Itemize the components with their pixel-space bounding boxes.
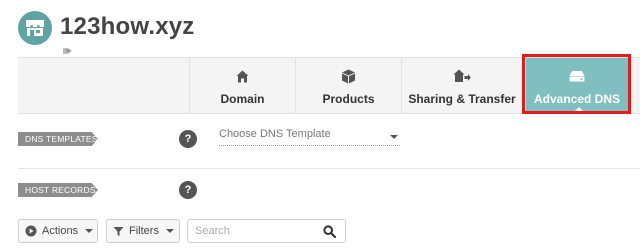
home-icon — [236, 68, 249, 84]
storefront-icon — [26, 20, 44, 36]
search-icon[interactable] — [323, 225, 336, 238]
section-divider — [18, 168, 640, 169]
chevron-down-icon — [165, 229, 174, 233]
actions-button[interactable]: Actions — [18, 219, 98, 243]
filters-button[interactable]: Filters — [106, 219, 180, 243]
search-input[interactable] — [195, 225, 315, 237]
dns-templates-label: DNS TEMPLATES — [18, 132, 98, 146]
host-records-label: HOST RECORDS — [18, 183, 98, 197]
tab-sharing-transfer-label: Sharing & Transfer — [408, 92, 516, 106]
domain-avatar — [18, 11, 52, 45]
active-tab-caret — [575, 107, 583, 111]
tab-domain[interactable]: Domain — [189, 58, 295, 114]
search-box — [187, 219, 346, 243]
box-icon — [341, 68, 356, 84]
tab-advanced-dns[interactable]: Advanced DNS — [525, 58, 628, 114]
tab-products[interactable]: Products — [295, 58, 401, 114]
chevron-down-icon — [390, 135, 398, 139]
filter-icon — [113, 226, 124, 236]
tab-domain-label: Domain — [220, 92, 265, 106]
host-records-help-icon[interactable]: ? — [179, 181, 197, 199]
chevron-down-icon — [85, 229, 94, 233]
dns-templates-help-icon[interactable]: ? — [179, 130, 197, 148]
play-circle-icon — [25, 225, 37, 237]
domain-tab-bar: Domain Products Sharing & Transfer Advan… — [18, 57, 640, 114]
tab-sharing-transfer[interactable]: Sharing & Transfer — [401, 58, 522, 114]
tab-products-label: Products — [322, 92, 375, 106]
server-icon — [569, 68, 585, 84]
share-home-icon — [453, 68, 471, 84]
actions-button-label: Actions — [42, 225, 79, 237]
dns-template-select-value: Choose DNS Template — [219, 128, 331, 140]
filters-button-label: Filters — [129, 225, 159, 237]
dns-template-select[interactable]: Choose DNS Template — [219, 128, 400, 146]
tab-advanced-dns-label: Advanced DNS — [533, 92, 621, 106]
domain-title: 123how.xyz — [60, 13, 195, 40]
